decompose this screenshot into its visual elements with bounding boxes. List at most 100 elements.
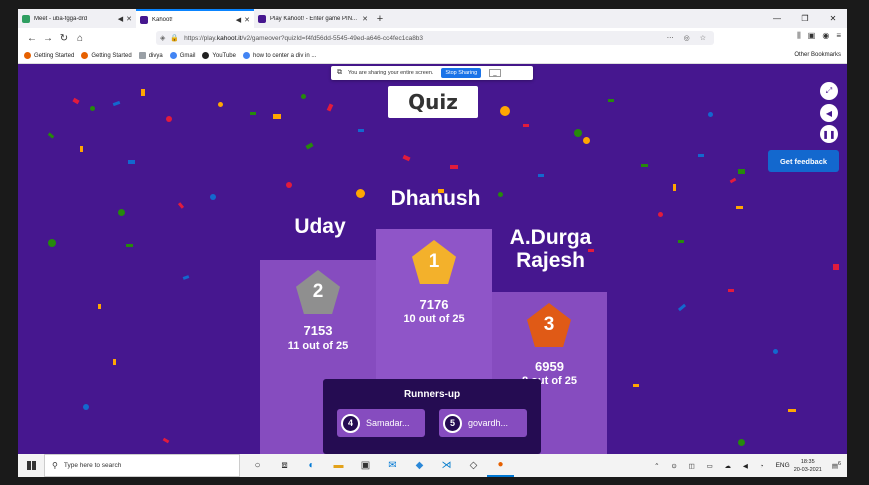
search-icon: ⚲: [52, 461, 58, 470]
podium-name-second: Uday: [294, 215, 346, 238]
account-icon[interactable]: ◉: [822, 31, 829, 41]
kahoot-page: ⧉ You are sharing your entire screen. St…: [18, 64, 847, 454]
tab-bar: Meet - uba-fgga-drd ◀ ✕ Kahoot! ◀ ✕ Play…: [18, 9, 847, 28]
bookmarks-bar: Getting Started Getting Started divya Gm…: [18, 48, 847, 64]
url-bar[interactable]: ◈ 🔒 https://play.kahoot.it/v2/gameover?q…: [156, 31, 714, 45]
search-placeholder: Type here to search: [63, 462, 122, 469]
url-text: https://play.kahoot.it/v2/gameover?quizI…: [184, 34, 424, 42]
volume-icon[interactable]: ◀: [820, 104, 838, 122]
podium-correct-count: 10 out of 25: [403, 313, 465, 325]
app-icon[interactable]: ◇: [460, 454, 487, 477]
system-tray: ⌃ ⊙ ◫ ▭ ☁ ◀ ◔ ENG 18:35 20-03-2021 ▤6: [654, 454, 841, 477]
windows-taskbar: ⚲ Type here to search ○ ⧈ ◐ ▬ ▣ ✉ ◆ ⋊ ◇ …: [18, 454, 847, 477]
fullscreen-icon[interactable]: ⤢: [820, 82, 838, 100]
clock-time: 18:35: [800, 458, 815, 465]
notification-count: 6: [837, 460, 841, 467]
minimize-icon[interactable]: —: [763, 9, 791, 28]
menu-icon[interactable]: ≡: [836, 31, 841, 41]
podium-correct-count: 11 out of 25: [287, 340, 349, 352]
pause-icon[interactable]: ❚❚: [820, 125, 838, 143]
clock[interactable]: 18:35 20-03-2021: [794, 458, 822, 474]
podium-score: 7153: [303, 323, 333, 338]
bookmark-item[interactable]: Getting Started: [81, 52, 132, 59]
file-explorer-icon[interactable]: ▬: [325, 454, 352, 477]
tray-icons[interactable]: ⌃ ⊙ ◫ ▭ ☁ ◀ ◔: [654, 462, 768, 470]
meet-favicon-icon: [22, 14, 30, 23]
restore-icon[interactable]: ❐: [791, 9, 819, 28]
bookmark-item[interactable]: how to center a div in ...: [242, 52, 316, 59]
share-message: You are sharing your entire screen.: [348, 70, 434, 76]
screen-share-banner: ⧉ You are sharing your entire screen. St…: [331, 66, 533, 80]
bookmark-item[interactable]: YouTube: [202, 52, 236, 59]
forward-icon[interactable]: →: [40, 33, 56, 44]
home-icon[interactable]: ⌂: [72, 33, 88, 44]
google-icon: [242, 52, 250, 59]
podium-name-third: A.Durga Rajesh: [509, 226, 592, 272]
close-icon[interactable]: ✕: [244, 16, 250, 24]
kahoot-favicon-icon: [258, 14, 266, 23]
runners-up-panel: Runners-up 4 Samadar... 5 govardh...: [323, 379, 541, 454]
gold-medal-icon: 1: [412, 240, 456, 284]
hide-banner-button[interactable]: _: [489, 69, 501, 77]
tab-meet[interactable]: Meet - uba-fgga-drd ◀ ✕: [18, 9, 136, 28]
vscode-icon[interactable]: ⋊: [433, 454, 460, 477]
tab-title: Meet - uba-fgga-drd: [34, 15, 88, 22]
stop-sharing-button[interactable]: Stop Sharing: [441, 68, 482, 78]
firefox-icon[interactable]: ●: [487, 454, 514, 477]
shield-icon[interactable]: ◈: [160, 34, 165, 42]
google-icon: [169, 52, 177, 59]
bookmark-item[interactable]: Gmail: [169, 52, 195, 59]
notifications-icon[interactable]: ▤6: [832, 461, 841, 470]
speaker-icon[interactable]: ◀: [236, 16, 241, 24]
nav-bar: ← → ↻ ⌂ ◈ 🔒 https://play.kahoot.it/v2/ga…: [18, 28, 847, 48]
bronze-medal-icon: 3: [527, 303, 571, 347]
firefox-icon: [81, 52, 89, 59]
tab-kahoot[interactable]: Kahoot! ◀ ✕: [136, 9, 254, 28]
kahoot-favicon-icon: [140, 15, 148, 24]
podium-score: 6959: [535, 359, 564, 374]
tab-title: Play Kahoot! - Enter game PIN...: [270, 15, 358, 22]
runner-up-item[interactable]: 5 govardh...: [439, 409, 527, 437]
screen: Meet - uba-fgga-drd ◀ ✕ Kahoot! ◀ ✕ Play…: [18, 9, 847, 477]
taskbar-search-input[interactable]: ⚲ Type here to search: [44, 454, 240, 477]
speaker-icon[interactable]: ◀: [118, 15, 123, 23]
edge-icon[interactable]: ◐: [298, 454, 325, 477]
clock-date: 20-03-2021: [793, 466, 822, 473]
runner-up-item[interactable]: 4 Samadar...: [337, 409, 425, 437]
tab-title: Kahoot!: [152, 16, 173, 23]
store-icon[interactable]: ▣: [352, 454, 379, 477]
runners-up-title: Runners-up: [403, 389, 461, 400]
bookmark-item[interactable]: Getting Started: [24, 52, 74, 59]
page-actions-icon[interactable]: ⋯ ◎ ☆: [667, 34, 710, 42]
reload-icon[interactable]: ↻: [56, 33, 72, 44]
windows-start-icon[interactable]: [18, 461, 44, 470]
podium-score: 7176: [419, 297, 449, 312]
new-tab-button[interactable]: +: [372, 9, 388, 28]
podium-name-first: Dhanush: [390, 187, 481, 210]
runner-rank: 4: [341, 413, 360, 433]
other-bookmarks[interactable]: Other Bookmarks: [794, 52, 841, 58]
lock-icon[interactable]: 🔒: [170, 34, 179, 42]
close-icon[interactable]: ✕: [362, 15, 368, 23]
globe-icon: [202, 52, 210, 59]
bookmark-item[interactable]: divya: [138, 52, 163, 59]
tab-play-kahoot[interactable]: Play Kahoot! - Enter game PIN... ✕: [254, 9, 372, 28]
runner-name: govardh...: [468, 418, 509, 428]
app-icon[interactable]: ◆: [406, 454, 433, 477]
close-icon[interactable]: ✕: [126, 15, 132, 23]
language-indicator[interactable]: ENG: [776, 462, 790, 469]
mail-icon[interactable]: ✉: [379, 454, 406, 477]
quiz-logo: Quiz: [388, 86, 478, 118]
silver-medal-icon: 2: [296, 270, 340, 314]
back-icon[interactable]: ←: [24, 33, 40, 44]
close-window-icon[interactable]: ✕: [819, 9, 847, 28]
cortana-icon[interactable]: ○: [244, 454, 271, 477]
get-feedback-button[interactable]: Get feedback: [768, 150, 839, 172]
folder-icon: [138, 52, 146, 59]
task-view-icon[interactable]: ⧈: [271, 454, 298, 477]
sidebar-icon[interactable]: ▣: [808, 31, 816, 41]
taskbar-apps: ○ ⧈ ◐ ▬ ▣ ✉ ◆ ⋊ ◇ ●: [244, 454, 514, 477]
library-icon[interactable]: ⫼: [797, 31, 801, 41]
toolbar-right: ⫼ ▣ ◉ ≡: [797, 31, 841, 41]
window-controls: — ❐ ✕: [763, 9, 847, 28]
